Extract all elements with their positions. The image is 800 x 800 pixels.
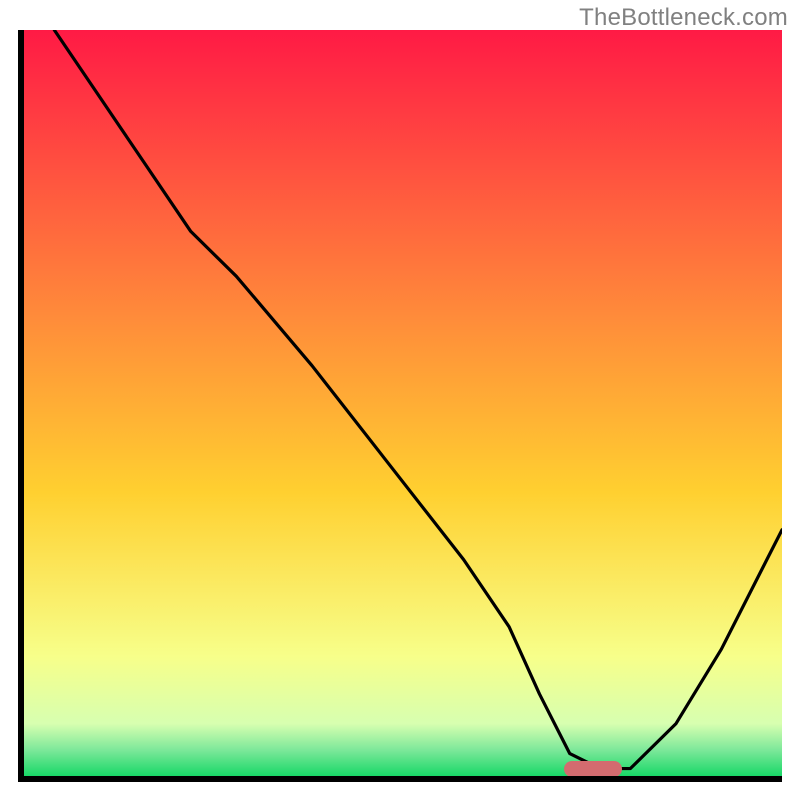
gradient-background: [24, 30, 782, 776]
watermark-text: TheBottleneck.com: [579, 4, 788, 32]
plot-svg: [24, 30, 782, 776]
stage: TheBottleneck.com: [0, 0, 800, 800]
optimal-marker: [564, 761, 622, 776]
plot-frame: [18, 30, 782, 782]
plot-area: [24, 30, 782, 776]
x-axis-line: [18, 776, 782, 782]
